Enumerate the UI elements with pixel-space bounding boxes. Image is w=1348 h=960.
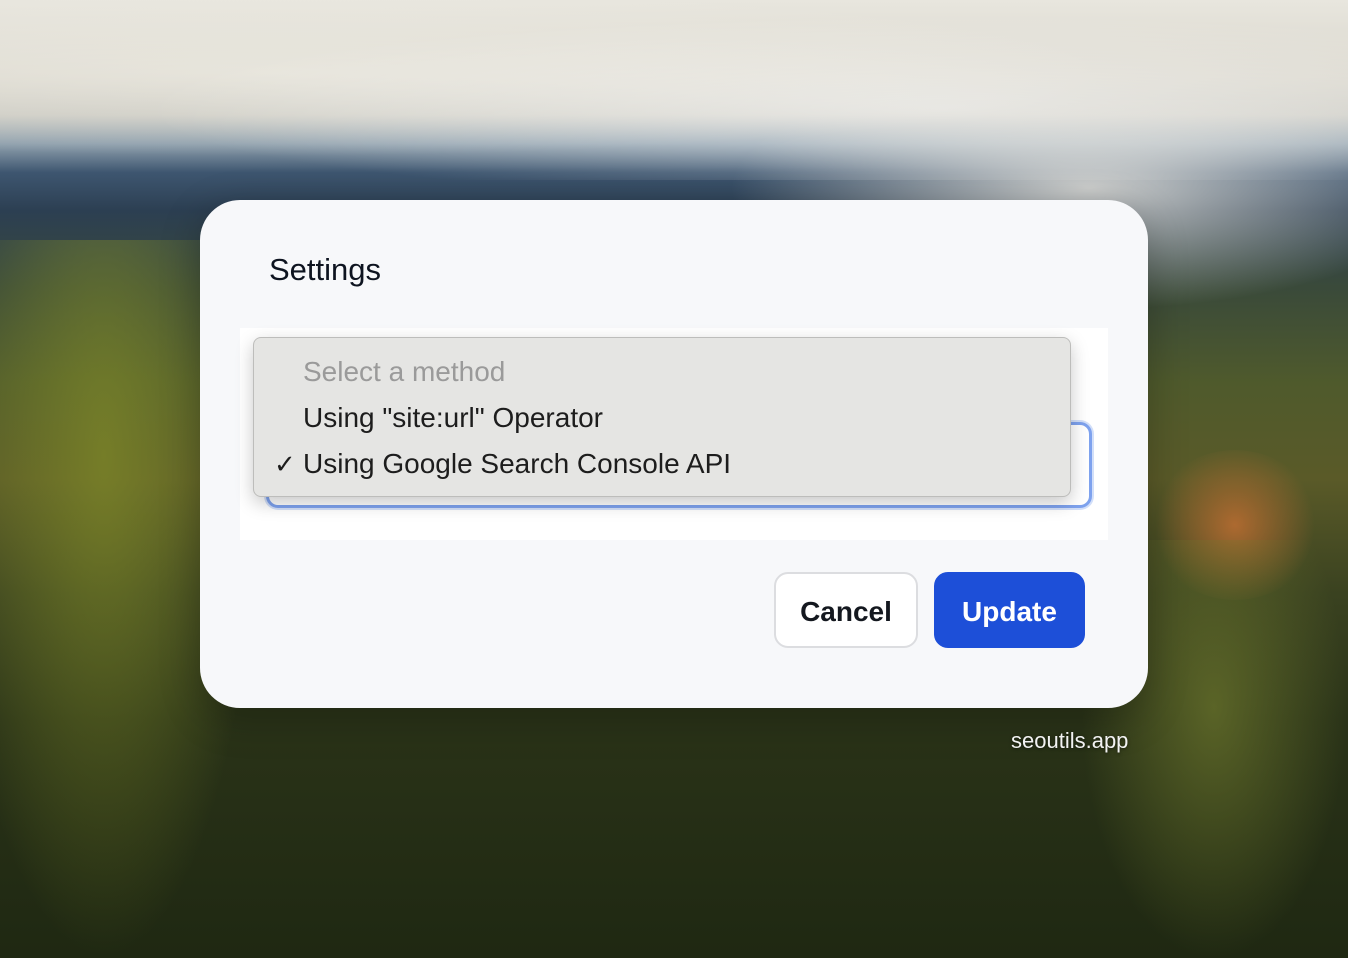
checkmark-icon: ✓ xyxy=(274,449,296,479)
method-dropdown-menu: Select a method Using "site:url" Operato… xyxy=(253,337,1071,497)
dropdown-option-search-console-api[interactable]: ✓ Using Google Search Console API xyxy=(254,441,1070,487)
dropdown-option-placeholder[interactable]: Select a method xyxy=(254,349,1070,395)
watermark-text: seoutils.app xyxy=(1011,728,1129,753)
option-label: Select a method xyxy=(303,356,506,387)
dropdown-option-site-url-operator[interactable]: Using "site:url" Operator xyxy=(254,395,1070,441)
cancel-button[interactable]: Cancel xyxy=(774,572,918,648)
option-label: Using "site:url" Operator xyxy=(303,402,603,433)
update-button[interactable]: Update xyxy=(934,572,1085,648)
settings-dialog: Settings Select a method Using "site:url… xyxy=(200,200,1148,708)
option-label: Using Google Search Console API xyxy=(303,448,732,479)
dialog-title: Settings xyxy=(269,252,382,287)
